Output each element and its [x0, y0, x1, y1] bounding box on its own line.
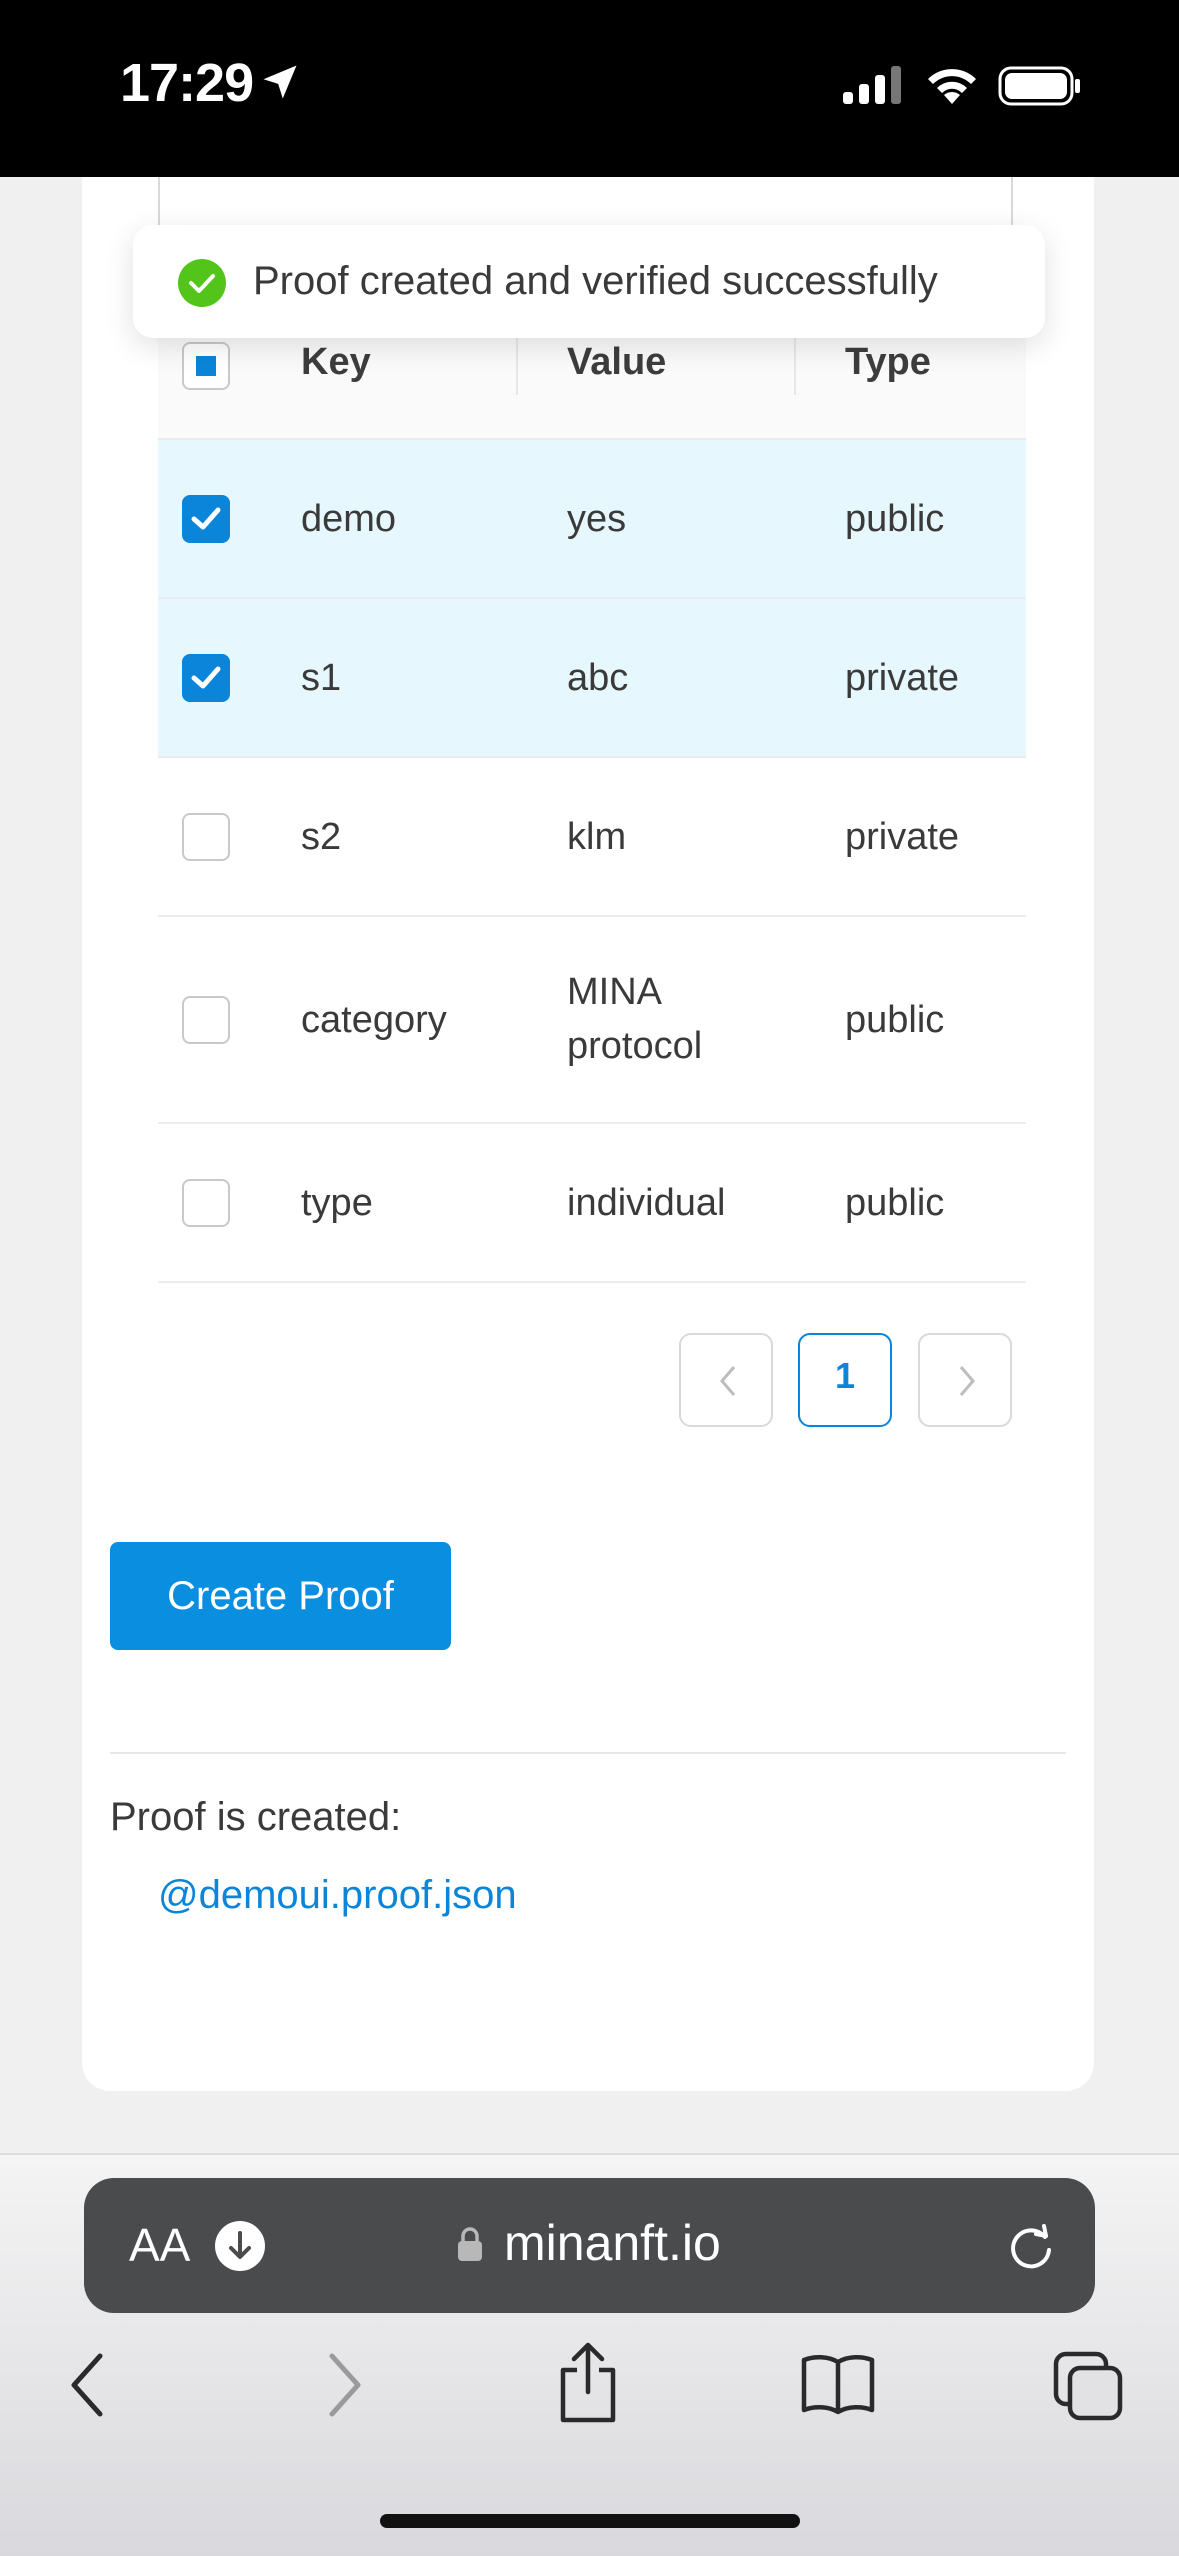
cellular-signal-icon	[843, 66, 901, 104]
table-row[interactable]: demo yes public	[158, 440, 1026, 599]
back-icon[interactable]	[66, 2350, 110, 2420]
cell-value: yes	[567, 498, 627, 540]
cell-value: klm	[567, 816, 627, 858]
row-checkbox[interactable]	[182, 996, 230, 1044]
cell-value: abc	[567, 657, 629, 699]
column-header-value[interactable]: Value	[567, 341, 666, 384]
home-indicator	[380, 2514, 800, 2528]
table-row[interactable]: type individual public	[158, 1124, 1026, 1283]
share-icon[interactable]	[555, 2340, 621, 2424]
create-proof-button[interactable]: Create Proof	[110, 1542, 451, 1650]
pagination-prev-button[interactable]	[679, 1333, 773, 1427]
reload-icon[interactable]	[1004, 2220, 1058, 2274]
table-row[interactable]: s1 abc private	[158, 599, 1026, 758]
address-bar[interactable]: AA minanft.io	[84, 2178, 1095, 2313]
cell-value: individual	[567, 1182, 726, 1224]
pagination-next-button[interactable]	[918, 1333, 1012, 1427]
table-row[interactable]: category MINA protocol public	[158, 917, 1026, 1124]
location-icon	[263, 65, 297, 99]
column-header-key[interactable]: Key	[301, 341, 371, 384]
battery-icon	[998, 66, 1080, 106]
proof-created-label: Proof is created:	[110, 1795, 402, 1839]
select-all-checkbox[interactable]	[182, 342, 230, 390]
check-circle-icon	[178, 259, 226, 307]
column-header-type[interactable]: Type	[845, 341, 931, 384]
lock-icon	[458, 2227, 482, 2261]
cell-type: public	[845, 1182, 945, 1224]
cell-key: demo	[301, 498, 397, 540]
key-value-table: Key Value Type demo yes public s1 abc pr…	[158, 305, 1026, 1283]
cell-value-line2: protocol	[567, 1025, 703, 1067]
text-size-button[interactable]: AA	[129, 2218, 190, 2272]
url-text[interactable]: minanft.io	[504, 2214, 721, 2272]
cell-key: s1	[301, 657, 342, 699]
row-checkbox[interactable]	[182, 813, 230, 861]
bookmarks-icon[interactable]	[800, 2352, 876, 2416]
status-bar: 17:29	[0, 0, 1179, 177]
cell-type: private	[845, 657, 960, 699]
status-time: 17:29	[120, 53, 254, 113]
chevron-right-icon	[959, 1366, 975, 1396]
row-checkbox[interactable]	[182, 1179, 230, 1227]
cell-type: public	[845, 999, 945, 1041]
success-toast: Proof created and verified successfully	[133, 225, 1045, 338]
cell-type: public	[845, 498, 945, 540]
cell-value: MINA	[567, 971, 662, 1013]
download-icon[interactable]	[214, 2220, 266, 2272]
cell-key: s2	[301, 816, 342, 858]
table-row[interactable]: s2 klm private	[158, 758, 1026, 917]
divider	[110, 1752, 1066, 1754]
cell-key: type	[301, 1182, 373, 1224]
tabs-icon[interactable]	[1052, 2350, 1124, 2422]
proof-file-link[interactable]: @demoui.proof.json	[158, 1873, 517, 1918]
pagination-page-number: 1	[834, 1355, 856, 1396]
row-checkbox[interactable]	[182, 495, 230, 543]
pagination-page-button[interactable]: 1	[798, 1333, 892, 1427]
wifi-icon	[928, 69, 976, 104]
toast-message: Proof created and verified successfully	[253, 259, 938, 303]
cell-key: category	[301, 999, 447, 1041]
chevron-left-icon	[720, 1366, 736, 1396]
forward-icon[interactable]	[322, 2350, 366, 2420]
row-checkbox[interactable]	[182, 654, 230, 702]
cell-type: private	[845, 816, 960, 858]
